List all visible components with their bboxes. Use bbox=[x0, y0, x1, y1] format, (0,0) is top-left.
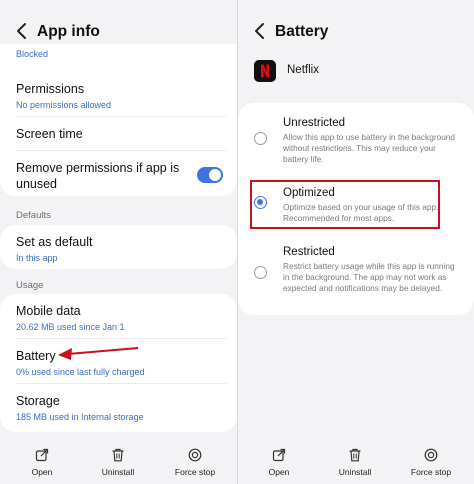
open-button[interactable]: Open bbox=[12, 448, 72, 477]
restricted-radio[interactable] bbox=[254, 266, 267, 279]
uninstall-button[interactable]: Uninstall bbox=[325, 448, 385, 477]
stop-circle-icon bbox=[188, 448, 202, 462]
blocked-text: Blocked bbox=[16, 49, 49, 59]
storage-label: Storage bbox=[16, 394, 60, 408]
restricted-title: Restricted bbox=[283, 246, 335, 258]
screen-time-label: Screen time bbox=[16, 127, 83, 141]
defaults-card: Set as default In this app bbox=[0, 225, 237, 269]
force-stop-label: Force stop bbox=[174, 467, 216, 477]
open-button[interactable]: Open bbox=[249, 448, 309, 477]
page-title: Battery bbox=[275, 23, 329, 40]
battery-summary: 0% used since last fully charged bbox=[16, 367, 145, 377]
force-stop-button[interactable]: Force stop bbox=[165, 448, 225, 477]
mobile-data-summary: 20.62 MB used since Jan 1 bbox=[16, 322, 125, 332]
highlight-box bbox=[250, 180, 440, 229]
usage-card: Mobile data 20.62 MB used since Jan 1 Ba… bbox=[0, 294, 237, 432]
trash-icon bbox=[349, 448, 361, 462]
uninstall-button[interactable]: Uninstall bbox=[88, 448, 148, 477]
force-stop-button[interactable]: Force stop bbox=[401, 448, 461, 477]
storage-summary: 185 MB used in Internal storage bbox=[16, 412, 144, 422]
page-title: App info bbox=[37, 23, 100, 40]
uninstall-label: Uninstall bbox=[101, 467, 135, 477]
open-label: Open bbox=[31, 467, 53, 477]
toggle-knob bbox=[209, 169, 221, 181]
permissions-summary: No permissions allowed bbox=[16, 100, 112, 110]
mobile-data-item[interactable]: Mobile data 20.62 MB used since Jan 1 bbox=[16, 303, 227, 333]
divider bbox=[16, 116, 227, 117]
defaults-section-label: Defaults bbox=[16, 210, 51, 221]
set-as-default-summary: In this app bbox=[16, 253, 58, 263]
divider bbox=[16, 150, 227, 151]
mobile-data-label: Mobile data bbox=[16, 304, 81, 318]
unrestricted-description: Allow this app to use battery in the bac… bbox=[283, 132, 456, 164]
screen-time-item[interactable]: Screen time bbox=[16, 126, 227, 142]
unrestricted-radio[interactable] bbox=[254, 132, 267, 145]
trash-icon bbox=[112, 448, 124, 462]
divider bbox=[16, 338, 227, 339]
set-as-default-item[interactable]: Set as default In this app bbox=[16, 234, 227, 264]
stop-circle-icon bbox=[424, 448, 438, 462]
restricted-description: Restrict battery usage while this app is… bbox=[283, 261, 455, 293]
force-stop-label: Force stop bbox=[410, 467, 452, 477]
storage-item[interactable]: Storage 185 MB used in Internal storage bbox=[16, 393, 227, 423]
back-arrow-icon[interactable] bbox=[14, 22, 30, 40]
bottom-action-bar: Open Uninstall Force stop bbox=[238, 440, 474, 484]
permissions-item[interactable]: Permissions No permissions allowed bbox=[16, 81, 227, 111]
open-external-icon bbox=[272, 448, 286, 462]
open-external-icon bbox=[35, 448, 49, 462]
open-label: Open bbox=[268, 467, 290, 477]
battery-header: Battery bbox=[238, 0, 474, 56]
unrestricted-title: Unrestricted bbox=[283, 117, 345, 129]
battery-screen: Battery Netflix Unrestricted Allow this … bbox=[238, 0, 474, 484]
back-arrow-icon[interactable] bbox=[252, 22, 268, 40]
set-as-default-label: Set as default bbox=[16, 235, 93, 249]
remove-permissions-toggle[interactable] bbox=[197, 167, 223, 183]
usage-section-label: Usage bbox=[16, 280, 44, 291]
annotation-arrow bbox=[58, 347, 139, 360]
app-name: Netflix bbox=[287, 64, 319, 76]
divider bbox=[16, 383, 227, 384]
app-info-screen: App info Blocked Permissions No permissi… bbox=[0, 0, 237, 484]
remove-permissions-label: Remove permissions if app is unused bbox=[16, 161, 180, 191]
bottom-action-bar: Open Uninstall Force stop bbox=[0, 440, 237, 484]
remove-permissions-item[interactable]: Remove permissions if app is unused bbox=[16, 160, 187, 192]
uninstall-label: Uninstall bbox=[338, 467, 372, 477]
netflix-app-icon bbox=[254, 60, 276, 82]
permissions-label: Permissions bbox=[16, 82, 85, 96]
